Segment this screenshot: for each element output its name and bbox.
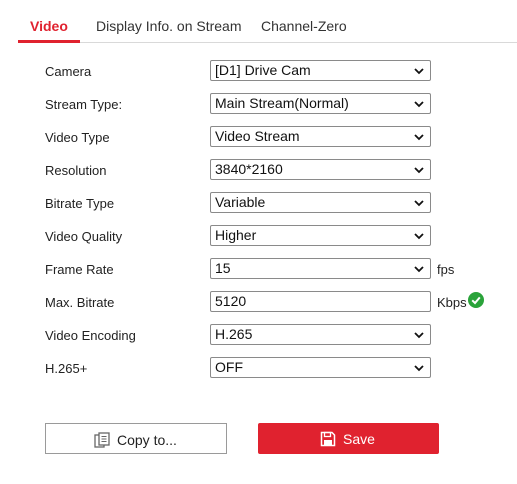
tab-video[interactable]: Video xyxy=(30,18,68,34)
stream-type-value: Main Stream(Normal) xyxy=(215,95,349,111)
chevron-down-icon xyxy=(414,200,424,207)
video-encoding-row: Video Encoding H.265 xyxy=(0,324,517,346)
chevron-down-icon xyxy=(414,68,424,75)
active-tab-indicator xyxy=(18,40,80,43)
resolution-select[interactable]: 3840*2160 xyxy=(210,159,431,180)
video-encoding-label: Video Encoding xyxy=(45,328,136,343)
video-quality-select[interactable]: Higher xyxy=(210,225,431,246)
chevron-down-icon xyxy=(414,134,424,141)
max-bitrate-input[interactable]: 5120 xyxy=(210,291,431,312)
max-bitrate-unit: Kbps xyxy=(437,295,467,310)
video-type-label: Video Type xyxy=(45,130,110,145)
bitrate-type-label: Bitrate Type xyxy=(45,196,115,211)
video-encoding-value: H.265 xyxy=(215,326,253,342)
frame-rate-select[interactable]: 15 xyxy=(210,258,431,279)
camera-label: Camera xyxy=(45,64,92,79)
copy-to-button[interactable]: Copy to... xyxy=(45,423,227,454)
save-button[interactable]: Save xyxy=(258,423,439,454)
frame-rate-value: 15 xyxy=(215,260,231,276)
video-encoding-select[interactable]: H.265 xyxy=(210,324,431,345)
tab-display-info[interactable]: Display Info. on Stream xyxy=(96,18,242,34)
bitrate-type-row: Bitrate Type Variable xyxy=(0,192,517,214)
stream-type-select[interactable]: Main Stream(Normal) xyxy=(210,93,431,114)
chevron-down-icon xyxy=(414,332,424,339)
chevron-down-icon xyxy=(414,233,424,240)
check-circle-icon xyxy=(468,292,484,308)
stream-type-label: Stream Type: xyxy=(45,97,123,112)
save-icon xyxy=(320,431,336,447)
h265-plus-value: OFF xyxy=(215,359,243,375)
chevron-down-icon xyxy=(414,266,424,273)
copy-icon xyxy=(94,432,110,448)
h265-plus-row: H.265+ OFF xyxy=(0,357,517,379)
bitrate-type-select[interactable]: Variable xyxy=(210,192,431,213)
chevron-down-icon xyxy=(414,167,424,174)
resolution-label: Resolution xyxy=(45,163,107,178)
frame-rate-label: Frame Rate xyxy=(45,262,114,277)
video-quality-value: Higher xyxy=(215,227,257,243)
h265-plus-label: H.265+ xyxy=(45,361,88,376)
video-type-row: Video Type Video Stream xyxy=(0,126,517,148)
video-quality-row: Video Quality Higher xyxy=(0,225,517,247)
frame-rate-unit: fps xyxy=(437,262,455,277)
save-label: Save xyxy=(343,431,375,447)
copy-to-label: Copy to... xyxy=(117,432,177,448)
video-quality-label: Video Quality xyxy=(45,229,123,244)
video-type-value: Video Stream xyxy=(215,128,300,144)
max-bitrate-row: Max. Bitrate 5120 Kbps xyxy=(0,291,517,313)
tab-channel-zero[interactable]: Channel-Zero xyxy=(261,18,347,34)
h265-plus-select[interactable]: OFF xyxy=(210,357,431,378)
chevron-down-icon xyxy=(414,365,424,372)
chevron-down-icon xyxy=(414,101,424,108)
camera-row: Camera [D1] Drive Cam xyxy=(0,60,517,82)
camera-value: [D1] Drive Cam xyxy=(215,62,311,78)
max-bitrate-label: Max. Bitrate xyxy=(45,295,115,310)
bitrate-type-value: Variable xyxy=(215,194,266,210)
camera-select[interactable]: [D1] Drive Cam xyxy=(210,60,431,81)
video-type-select[interactable]: Video Stream xyxy=(210,126,431,147)
stream-type-row: Stream Type: Main Stream(Normal) xyxy=(0,93,517,115)
frame-rate-row: Frame Rate 15 fps xyxy=(0,258,517,280)
resolution-value: 3840*2160 xyxy=(215,161,283,177)
resolution-row: Resolution 3840*2160 xyxy=(0,159,517,181)
tab-bar: Video Display Info. on Stream Channel-Ze… xyxy=(18,0,517,43)
